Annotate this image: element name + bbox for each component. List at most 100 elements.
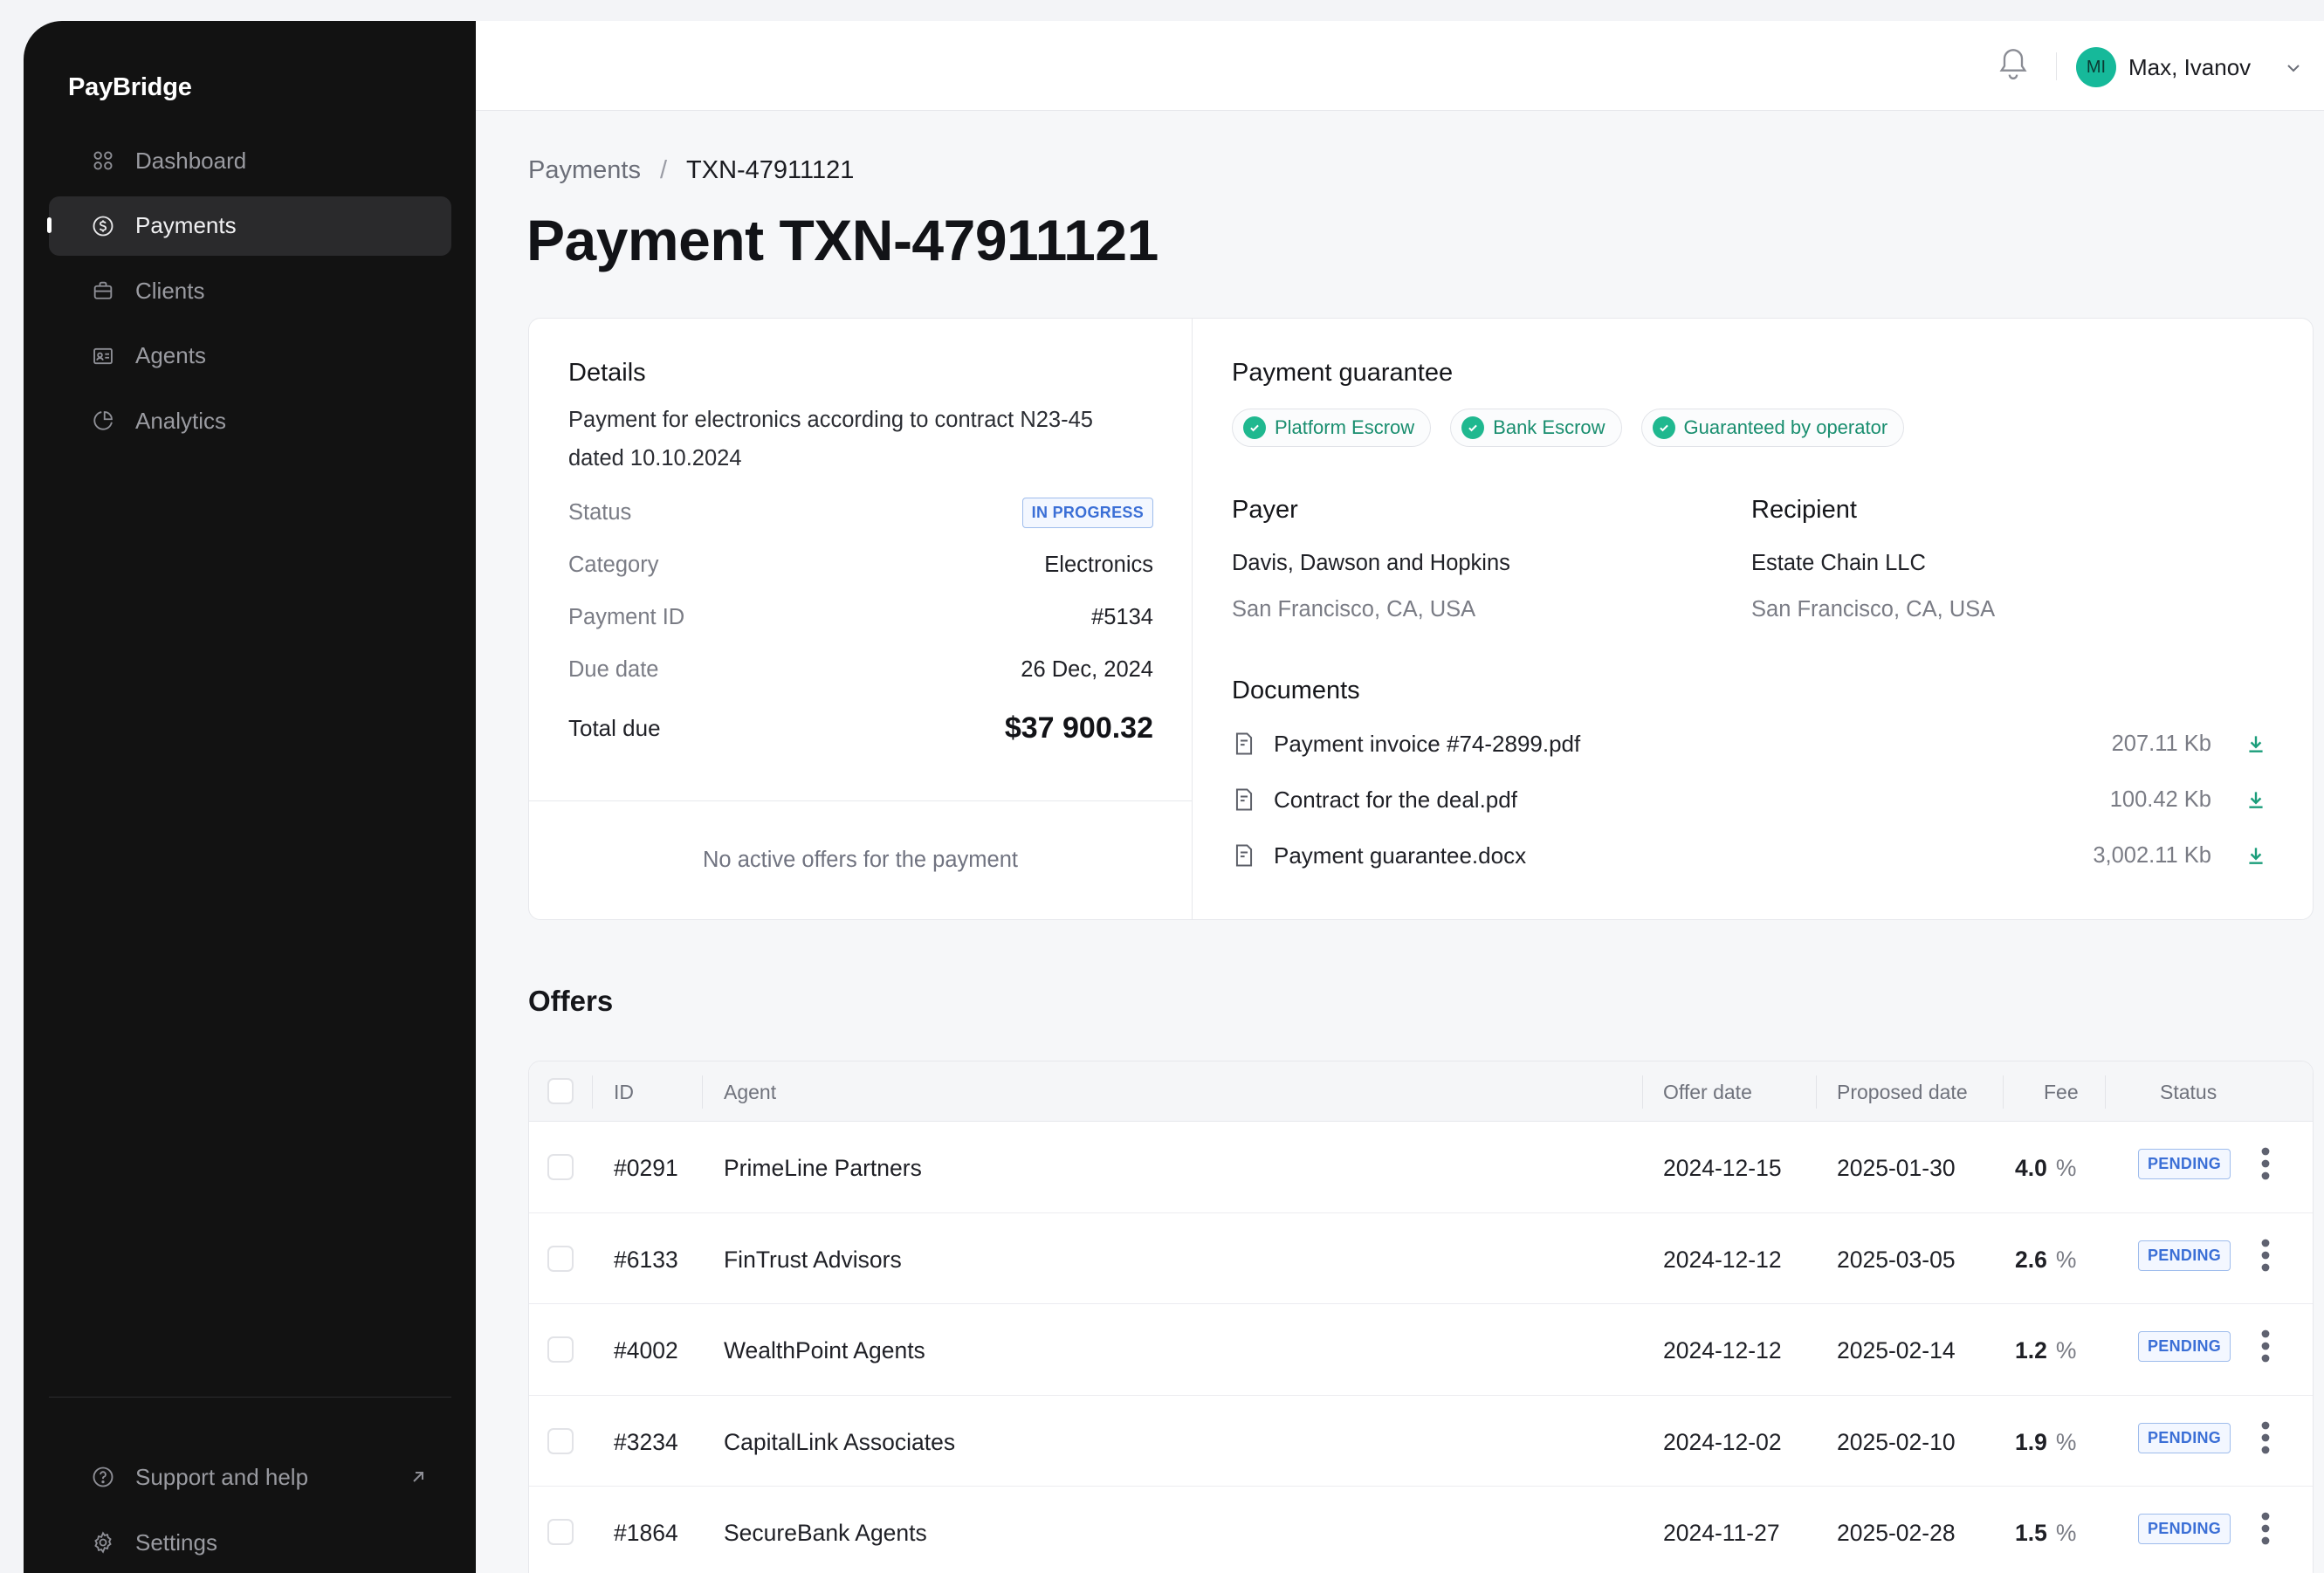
status-row: Status IN PROGRESS bbox=[568, 486, 1153, 539]
row-checkbox[interactable] bbox=[547, 1427, 574, 1454]
table-row[interactable]: #0291 PrimeLine Partners 2024-12-15 2025… bbox=[529, 1122, 2313, 1213]
column-divider bbox=[2105, 1075, 2106, 1109]
sidebar-item-settings[interactable]: Settings bbox=[49, 1513, 451, 1572]
offer-fee: 1.2% bbox=[2015, 1337, 2076, 1364]
chip-label: Guaranteed by operator bbox=[1683, 416, 1888, 438]
document-item[interactable]: Payment guarantee.docx 3,002.11 Kb bbox=[1232, 828, 2271, 883]
fee-unit: % bbox=[2055, 1337, 2077, 1363]
more-vertical-icon[interactable] bbox=[2259, 1511, 2272, 1546]
status-badge: PENDING bbox=[2138, 1514, 2231, 1544]
more-vertical-icon[interactable] bbox=[2259, 1146, 2272, 1181]
offer-date: 2024-12-12 bbox=[1663, 1337, 1782, 1363]
status-label: Status bbox=[568, 499, 632, 525]
offer-id: #0291 bbox=[614, 1155, 678, 1181]
guarantee-panel: Payment guarantee Platform Escrow Bank E… bbox=[1193, 319, 2313, 919]
row-checkbox[interactable] bbox=[547, 1336, 574, 1363]
breadcrumb-parent[interactable]: Payments bbox=[528, 156, 641, 184]
payer-label: Payer bbox=[1232, 496, 1298, 524]
avatar[interactable]: MI bbox=[2076, 47, 2116, 87]
app-window: PayBridge Dashboard Payments Clients Age… bbox=[24, 21, 2324, 1573]
fee-unit: % bbox=[2055, 1520, 2077, 1546]
proposed-date: 2025-01-30 bbox=[1837, 1155, 1956, 1181]
column-header-id[interactable]: ID bbox=[614, 1081, 634, 1104]
sidebar-bottom: Support and help Settings bbox=[49, 1447, 451, 1573]
sidebar-item-label: Agents bbox=[135, 342, 206, 368]
sidebar-item-support[interactable]: Support and help bbox=[49, 1447, 451, 1507]
more-vertical-icon[interactable] bbox=[2259, 1238, 2272, 1273]
row-checkbox[interactable] bbox=[547, 1245, 574, 1272]
offer-agent: PrimeLine Partners bbox=[724, 1155, 922, 1181]
sidebar-item-label: Dashboard bbox=[135, 147, 247, 174]
sidebar-item-agents[interactable]: Agents bbox=[49, 326, 451, 386]
due-date-row: Due date 26 Dec, 2024 bbox=[568, 643, 1153, 696]
column-header-fee[interactable]: Fee bbox=[2044, 1081, 2079, 1104]
payer-block: Payer Davis, Dawson and Hopkins San Fran… bbox=[1232, 496, 1751, 622]
column-header-agent[interactable]: Agent bbox=[724, 1081, 776, 1104]
status-badge: PENDING bbox=[2138, 1149, 2231, 1179]
due-date-label: Due date bbox=[568, 656, 659, 682]
sidebar-item-payments[interactable]: Payments bbox=[47, 196, 451, 256]
offer-fee: 4.0% bbox=[2015, 1155, 2076, 1182]
payer-name: Davis, Dawson and Hopkins bbox=[1232, 551, 1510, 575]
recipient-block: Recipient Estate Chain LLC San Francisco… bbox=[1751, 496, 2271, 622]
offer-date: 2024-12-12 bbox=[1663, 1246, 1782, 1273]
download-icon[interactable] bbox=[2245, 732, 2267, 755]
status-badge: PENDING bbox=[2138, 1331, 2231, 1362]
sidebar-item-analytics[interactable]: Analytics bbox=[49, 391, 451, 450]
dollar-circle-icon bbox=[90, 213, 116, 239]
column-divider bbox=[702, 1075, 703, 1109]
chip-guaranteed-by-operator: Guaranteed by operator bbox=[1640, 409, 1905, 447]
check-circle-icon bbox=[1652, 416, 1675, 439]
check-circle-icon bbox=[1243, 416, 1266, 439]
gear-icon bbox=[90, 1529, 116, 1556]
proposed-date: 2025-02-10 bbox=[1837, 1428, 1956, 1455]
download-icon[interactable] bbox=[2245, 788, 2267, 811]
download-icon[interactable] bbox=[2245, 844, 2267, 867]
select-all-checkbox[interactable] bbox=[547, 1078, 574, 1104]
file-icon bbox=[1235, 844, 1253, 867]
table-row[interactable]: #3234 CapitalLink Associates 2024-12-02 … bbox=[529, 1396, 2313, 1487]
status-badge: PENDING bbox=[2138, 1240, 2231, 1271]
chevron-down-icon[interactable] bbox=[2283, 58, 2304, 79]
documents-title: Documents bbox=[1232, 677, 1360, 704]
payment-id-value: #5134 bbox=[1091, 604, 1153, 629]
fee-unit: % bbox=[2055, 1428, 2077, 1455]
chip-bank-escrow: Bank Escrow bbox=[1450, 409, 1622, 447]
column-header-status[interactable]: Status bbox=[2160, 1081, 2217, 1104]
column-header-proposed-date[interactable]: Proposed date bbox=[1837, 1081, 1968, 1104]
column-divider bbox=[592, 1075, 593, 1109]
sidebar-item-dashboard[interactable]: Dashboard bbox=[49, 131, 451, 190]
column-header-offer-date[interactable]: Offer date bbox=[1663, 1081, 1752, 1104]
offer-date: 2024-12-15 bbox=[1663, 1155, 1782, 1181]
document-name[interactable]: Payment invoice #74-2899.pdf bbox=[1274, 731, 1580, 758]
app-logo[interactable]: PayBridge bbox=[68, 73, 192, 102]
document-name[interactable]: Contract for the deal.pdf bbox=[1274, 786, 1517, 814]
table-row[interactable]: #4002 WealthPoint Agents 2024-12-12 2025… bbox=[529, 1304, 2313, 1396]
recipient-label: Recipient bbox=[1751, 496, 1857, 524]
proposed-date: 2025-02-14 bbox=[1837, 1337, 1956, 1363]
pie-chart-icon bbox=[90, 408, 116, 434]
document-name[interactable]: Payment guarantee.docx bbox=[1274, 842, 1526, 869]
proposed-date: 2025-03-05 bbox=[1837, 1246, 1956, 1273]
column-divider bbox=[2003, 1075, 2004, 1109]
no-offers-message: No active offers for the payment bbox=[529, 800, 1192, 919]
document-item[interactable]: Contract for the deal.pdf 100.42 Kb bbox=[1232, 772, 2271, 828]
fee-value: 1.2 bbox=[2015, 1337, 2047, 1363]
fee-unit: % bbox=[2055, 1246, 2077, 1273]
payment-id-label: Payment ID bbox=[568, 604, 685, 629]
offer-id: #3234 bbox=[614, 1428, 678, 1455]
fee-value: 1.5 bbox=[2015, 1520, 2047, 1546]
bell-icon[interactable] bbox=[1996, 45, 2031, 84]
table-row[interactable]: #1864 SecureBank Agents 2024-11-27 2025-… bbox=[529, 1487, 2313, 1573]
table-row[interactable]: #6133 FinTrust Advisors 2024-12-12 2025-… bbox=[529, 1213, 2313, 1304]
sidebar-item-label: Analytics bbox=[135, 407, 227, 434]
more-vertical-icon[interactable] bbox=[2259, 1420, 2272, 1455]
briefcase-icon bbox=[90, 278, 116, 304]
document-item[interactable]: Payment invoice #74-2899.pdf 207.11 Kb bbox=[1232, 716, 2271, 772]
row-checkbox[interactable] bbox=[547, 1519, 574, 1545]
row-checkbox[interactable] bbox=[547, 1154, 574, 1180]
user-name[interactable]: Max, Ivanov bbox=[2128, 54, 2251, 81]
file-icon bbox=[1235, 732, 1253, 755]
more-vertical-icon[interactable] bbox=[2259, 1329, 2272, 1363]
sidebar-item-clients[interactable]: Clients bbox=[49, 261, 451, 320]
